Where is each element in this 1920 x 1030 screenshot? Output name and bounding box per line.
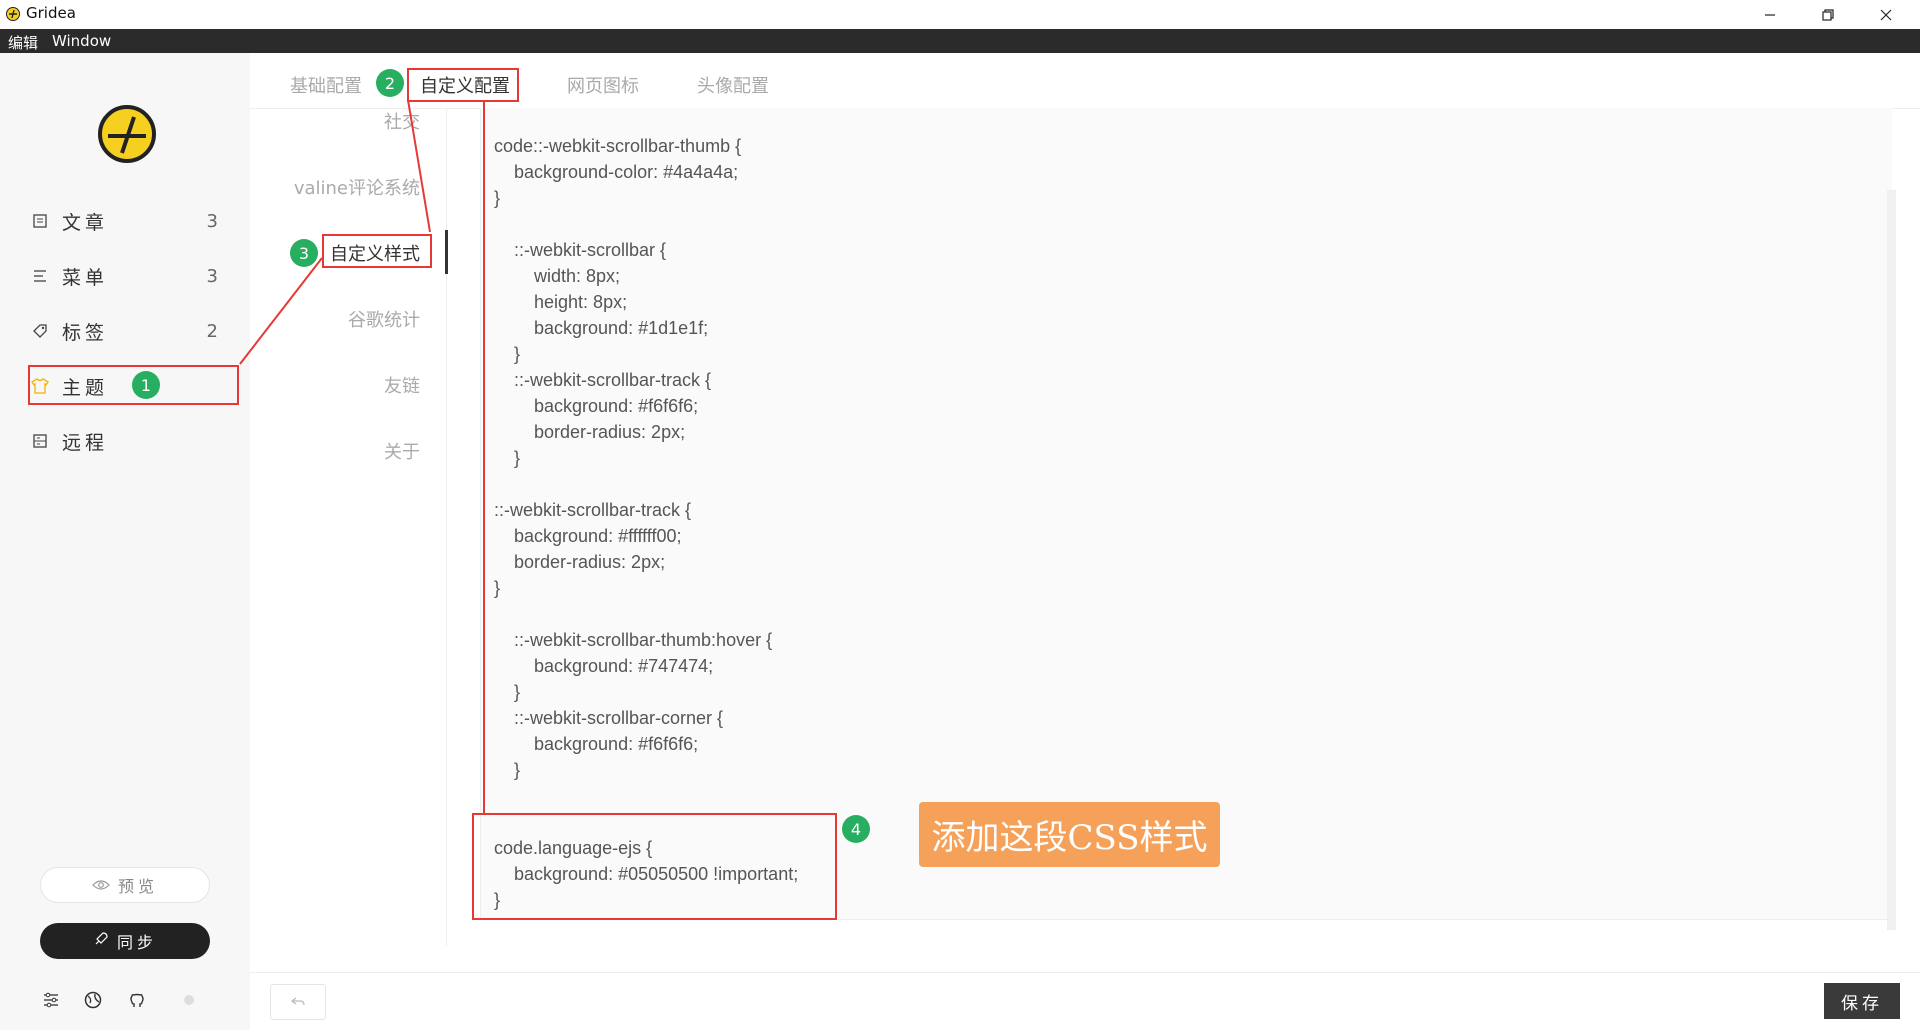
annotation-callout: 添加这段CSS样式 [919, 802, 1220, 867]
step-badge-4: 4 [842, 815, 870, 843]
annotation-lines [239, 99, 485, 814]
annotation-box-custom-config [407, 68, 519, 102]
step-badge-2: 2 [376, 69, 404, 97]
annotation-box-css-snippet [472, 813, 837, 920]
step-badge-1: 1 [132, 371, 160, 399]
step-badge-3: 3 [290, 239, 318, 267]
annotation-box-custom-style [322, 234, 432, 268]
